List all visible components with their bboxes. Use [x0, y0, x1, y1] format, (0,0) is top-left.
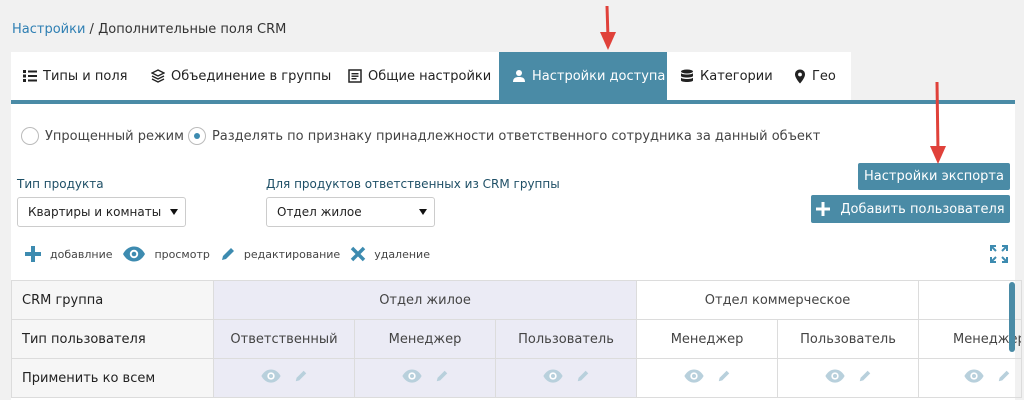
tab-label: Категории [700, 68, 773, 84]
vertical-scrollbar[interactable] [1009, 282, 1015, 352]
tab-grouping[interactable]: Объединение в группы [135, 52, 332, 100]
eye-icon[interactable] [260, 369, 282, 387]
legend-view-label: просмотр [154, 247, 210, 261]
pencil-icon [220, 246, 236, 262]
user-type-header: Менеджер [636, 319, 779, 359]
product-type-value: Квартиры и комнаты [28, 205, 162, 219]
eye-icon [122, 246, 146, 262]
breadcrumb-current: Дополнительные поля CRM [98, 22, 287, 37]
crm-group-value: Отдел жилое [277, 205, 362, 219]
radio-simple-mode-label[interactable]: Упрощенный режим [45, 129, 184, 144]
breadcrumb: Настройки / Дополнительные поля CRM [12, 22, 286, 37]
permission-cell [777, 358, 920, 398]
export-settings-label: Настройки экспорта [864, 169, 1004, 184]
radio-split-mode[interactable] [187, 127, 206, 145]
breadcrumb-separator: / [85, 22, 99, 37]
pencil-icon[interactable] [435, 369, 449, 387]
product-type-select[interactable]: Квартиры и комнаты [17, 197, 186, 227]
radio-simple-mode[interactable] [21, 127, 39, 145]
group-header-residential: Отдел жилое [212, 280, 638, 320]
tab-label: Настройки доступа [532, 68, 666, 84]
tab-label: Типы и поля [43, 68, 128, 84]
plus-icon [816, 202, 831, 216]
eye-icon[interactable] [683, 369, 705, 387]
permission-cell [494, 358, 638, 398]
eye-icon[interactable] [401, 369, 423, 387]
tab-categories[interactable]: Категории [667, 52, 778, 100]
add-user-button[interactable]: Добавить пользователя [811, 195, 1010, 223]
tab-geo[interactable]: Гео [778, 52, 851, 100]
pencil-icon[interactable] [294, 369, 308, 387]
product-type-label: Тип продукта [17, 177, 104, 191]
tab-label: Гео [812, 68, 836, 84]
pencil-icon[interactable] [858, 369, 872, 387]
tab-general-settings[interactable]: Общие настройки [332, 52, 499, 100]
row-label-apply-all: Применить ко всем [11, 358, 214, 398]
legend-delete-label: удаление [374, 247, 430, 261]
layers-icon [151, 69, 165, 83]
row-label-crm-group: CRM группа [11, 280, 214, 320]
pencil-icon[interactable] [576, 369, 590, 387]
user-type-header: Менеджер [354, 319, 496, 359]
fullscreen-icon[interactable] [990, 245, 1008, 263]
breadcrumb-root-link[interactable]: Настройки [12, 22, 85, 37]
database-icon [680, 69, 694, 83]
permission-cell [918, 358, 1023, 398]
add-user-label: Добавить пользователя [840, 201, 1005, 217]
tab-label: Общие настройки [368, 68, 492, 84]
user-type-header: Пользователь [494, 319, 638, 359]
map-pin-icon [794, 69, 806, 84]
eye-icon[interactable] [542, 369, 564, 387]
tab-types-and-fields[interactable]: Типы и поля [11, 52, 135, 100]
eye-icon[interactable] [824, 369, 846, 387]
table-row-user-type: Тип пользователя Ответственный Менеджер … [11, 319, 1023, 359]
user-type-header: Пользователь [777, 319, 920, 359]
user-type-header: Ответственный [213, 319, 355, 359]
legend-edit-label: редактирование [243, 247, 341, 261]
caret-down-icon [170, 209, 178, 215]
user-type-header: Менеджер [918, 319, 1023, 359]
legend-add-label: добавлние [50, 247, 113, 261]
permission-cell [213, 358, 355, 398]
close-icon [350, 246, 366, 262]
pencil-icon[interactable] [717, 369, 731, 387]
plus-icon [24, 245, 42, 263]
user-icon [512, 69, 526, 83]
eye-icon[interactable] [963, 369, 985, 387]
arrow-down-icon [600, 5, 616, 50]
permissions-legend: добавлние просмотр редактирование удален… [24, 243, 440, 265]
tab-bar: Типы и поля Объединение в группы Общие н… [11, 52, 851, 100]
table-row-apply-all: Применить ко всем [11, 358, 1023, 398]
caret-down-icon [419, 209, 427, 215]
permission-cell [354, 358, 496, 398]
group-header-empty [918, 280, 1023, 320]
tab-label: Объединение в группы [171, 68, 332, 84]
arrow-down-icon [930, 81, 946, 164]
permission-cell [636, 358, 779, 398]
crm-group-label: Для продуктов ответственных из CRM групп… [266, 177, 560, 191]
export-settings-button[interactable]: Настройки экспорта [858, 163, 1010, 190]
radio-split-mode-label[interactable]: Разделять по признаку принадлежности отв… [212, 129, 820, 144]
document-icon [348, 69, 362, 83]
crm-group-select[interactable]: Отдел жилое [266, 197, 435, 227]
row-label-user-type: Тип пользователя [11, 319, 214, 359]
list-icon [23, 69, 37, 83]
pencil-icon[interactable] [997, 369, 1011, 387]
tab-access-settings[interactable]: Настройки доступа [499, 52, 667, 100]
table-row-crm-group: CRM группа Отдел жилое Отдел коммерческо… [11, 280, 1023, 320]
permissions-table: CRM группа Отдел жилое Отдел коммерческо… [11, 280, 1023, 398]
mode-radio-group: Упрощенный режим Разделять по признаку п… [21, 126, 820, 146]
group-header-commercial: Отдел коммерческое [636, 280, 920, 320]
